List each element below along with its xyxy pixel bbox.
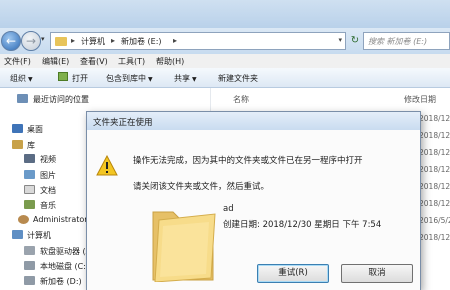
chevron-right-icon[interactable]: ▸ bbox=[71, 36, 75, 45]
date-cell: 2016/5/24 bbox=[419, 216, 450, 225]
floppy-drive-icon bbox=[24, 246, 35, 255]
menu-edit[interactable]: 编辑(E) bbox=[42, 56, 69, 67]
local-disk-icon bbox=[24, 261, 35, 270]
caret-down-icon: ▼ bbox=[148, 76, 153, 83]
menu-bar: 文件(F) 编辑(E) 查看(V) 工具(T) 帮助(H) bbox=[0, 54, 450, 68]
nav-computer[interactable]: 计算机 bbox=[27, 230, 51, 241]
dialog-title: 文件夹正在使用 bbox=[93, 118, 153, 128]
history-dropdown-icon[interactable]: ▾ bbox=[41, 35, 45, 43]
forward-arrow-icon: → bbox=[25, 34, 37, 48]
folder-icon bbox=[152, 211, 216, 282]
computer-icon bbox=[12, 230, 23, 239]
date-cell: 2018/12/30 bbox=[419, 165, 450, 174]
date-cell: 2018/12/30 bbox=[419, 131, 450, 140]
open-button[interactable]: 打开 bbox=[72, 73, 88, 84]
search-input[interactable]: 搜索 新加卷 (E:) bbox=[363, 32, 450, 50]
share-button[interactable]: 共享 ▼ bbox=[174, 73, 197, 84]
warning-icon bbox=[96, 155, 118, 176]
organize-button[interactable]: 组织 ▼ bbox=[10, 73, 33, 84]
document-icon bbox=[24, 185, 35, 194]
include-in-library-label: 包含到库中 bbox=[106, 74, 146, 83]
share-label: 共享 bbox=[174, 74, 190, 83]
back-button[interactable]: ← bbox=[1, 31, 21, 51]
retry-button[interactable]: 重试(R) bbox=[257, 264, 329, 283]
breadcrumb-computer[interactable]: 计算机 bbox=[81, 36, 105, 47]
forward-button[interactable]: → bbox=[21, 31, 41, 51]
nav-new-volume[interactable]: 新加卷 (D:) bbox=[40, 276, 82, 287]
date-cell: 2018/12/30 bbox=[419, 182, 450, 191]
volume-icon bbox=[24, 276, 35, 285]
column-header-modified[interactable]: 修改日期 bbox=[404, 94, 436, 105]
caret-down-icon: ▼ bbox=[192, 76, 197, 83]
organize-label: 组织 bbox=[10, 74, 26, 83]
library-icon bbox=[12, 140, 23, 149]
item-created-date: 创建日期: 2018/12/30 星期日 下午 7:54 bbox=[223, 220, 382, 230]
nav-documents[interactable]: 文档 bbox=[40, 185, 56, 196]
menu-help[interactable]: 帮助(H) bbox=[156, 56, 184, 67]
chevron-right-icon[interactable]: ▸ bbox=[173, 36, 177, 45]
recent-places-icon bbox=[17, 94, 28, 103]
window-titlebar bbox=[0, 0, 450, 28]
date-cell: 2018/12/30 bbox=[419, 148, 450, 157]
search-placeholder: 搜索 新加卷 (E:) bbox=[368, 37, 428, 46]
picture-icon bbox=[24, 170, 35, 179]
folder-in-use-dialog: 文件夹正在使用 操作无法完成，因为其中的文件夹或文件已在另一程序中打开 请关闭该… bbox=[86, 111, 421, 290]
hint-message: 请关闭该文件夹或文件，然后重试。 bbox=[133, 182, 270, 192]
column-header-name[interactable]: 名称 bbox=[233, 94, 249, 105]
menu-file[interactable]: 文件(F) bbox=[4, 56, 31, 67]
chevron-right-icon[interactable]: ▸ bbox=[111, 36, 115, 45]
address-bar[interactable]: ▸ 计算机 ▸ 新加卷 (E:) ▸ ▾ bbox=[50, 32, 346, 50]
menu-tools[interactable]: 工具(T) bbox=[118, 56, 145, 67]
caret-down-icon: ▼ bbox=[28, 76, 33, 83]
date-cell: 2018/12/30 bbox=[419, 233, 450, 242]
include-in-library-button[interactable]: 包含到库中 ▼ bbox=[106, 73, 153, 84]
dialog-titlebar: 文件夹正在使用 bbox=[87, 112, 420, 130]
back-arrow-icon: ← bbox=[5, 34, 17, 48]
cancel-button[interactable]: 取消 bbox=[341, 264, 413, 283]
video-icon bbox=[24, 154, 35, 163]
dialog-body: 操作无法完成，因为其中的文件夹或文件已在另一程序中打开 请关闭该文件夹或文件，然… bbox=[87, 130, 420, 290]
nav-administrator[interactable]: Administrator bbox=[33, 215, 88, 224]
address-dropdown-icon[interactable]: ▾ bbox=[338, 36, 342, 44]
nav-pictures[interactable]: 图片 bbox=[40, 170, 56, 181]
new-folder-button[interactable]: 新建文件夹 bbox=[218, 73, 258, 84]
open-icon bbox=[58, 72, 68, 81]
nav-local-disk[interactable]: 本地磁盘 (C:) bbox=[40, 261, 89, 272]
menu-view[interactable]: 查看(V) bbox=[80, 56, 108, 67]
nav-music[interactable]: 音乐 bbox=[40, 200, 56, 211]
nav-videos[interactable]: 视频 bbox=[40, 154, 56, 165]
music-icon bbox=[24, 200, 35, 209]
date-cell: 2018/12/30 bbox=[419, 199, 450, 208]
user-icon bbox=[18, 215, 29, 224]
nav-library[interactable]: 库 bbox=[27, 140, 35, 151]
breadcrumb-volume[interactable]: 新加卷 (E:) bbox=[121, 36, 162, 47]
refresh-icon[interactable]: ↻ bbox=[348, 32, 362, 50]
nav-desktop[interactable]: 桌面 bbox=[27, 124, 43, 135]
error-message: 操作无法完成，因为其中的文件夹或文件已在另一程序中打开 bbox=[133, 156, 363, 166]
desktop-icon bbox=[12, 124, 23, 133]
folder-icon bbox=[55, 37, 67, 46]
nav-recent-places[interactable]: 最近访问的位置 bbox=[33, 94, 89, 105]
date-cell: 2018/12/30 bbox=[419, 114, 450, 123]
item-name: ad bbox=[223, 204, 234, 214]
